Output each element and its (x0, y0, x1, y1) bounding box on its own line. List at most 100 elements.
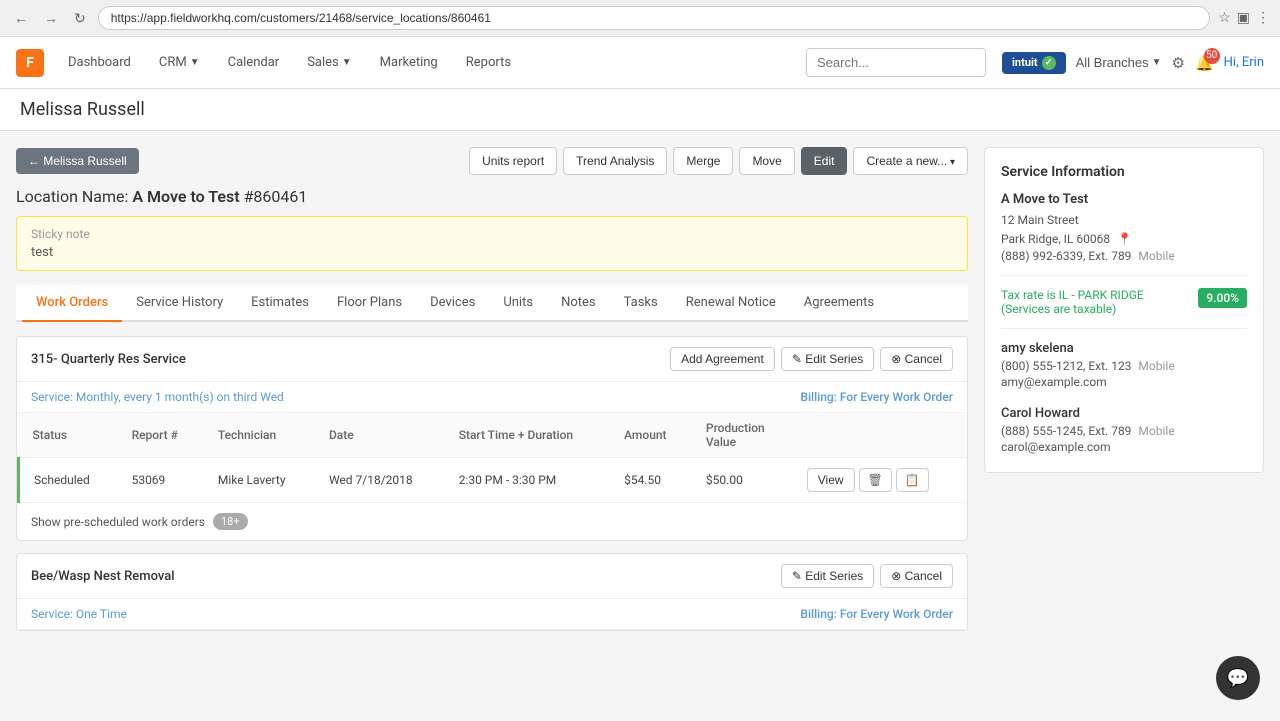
pre-scheduled-count[interactable]: 18+ (213, 513, 248, 530)
tab-work-orders[interactable]: Work Orders (22, 285, 122, 322)
merge-button[interactable]: Merge (673, 147, 733, 175)
contact-1-email: amy@example.com (1001, 375, 1247, 389)
contact-1-phone: (800) 555-1212, Ext. 123 Mobile (1001, 359, 1247, 373)
back-to-customer-button[interactable]: ← Melissa Russell (16, 148, 139, 174)
sticky-note: Sticky note test (16, 216, 968, 271)
tab-service-history[interactable]: Service History (122, 285, 237, 322)
notification-count: 50 (1204, 48, 1220, 64)
bookmark-icon[interactable]: ☆ (1218, 10, 1231, 26)
wo1-billing-text: Billing: For Every Work Order (800, 390, 953, 404)
wo2-title: Bee/Wasp Nest Removal (31, 569, 175, 584)
wo1-table-header: Status Report # Technician Date Start Ti… (19, 413, 968, 458)
copy-button[interactable]: 📋 (896, 468, 929, 492)
tab-floor-plans[interactable]: Floor Plans (323, 285, 416, 322)
app-logo: F (16, 49, 44, 77)
user-name[interactable]: Hi, Erin (1224, 55, 1264, 70)
action-bar: ← Melissa Russell Units report Trend Ana… (16, 147, 968, 175)
nav-crm[interactable]: CRM ▼ (147, 49, 212, 76)
tabs: Work Orders Service History Estimates Fl… (16, 285, 968, 322)
wo1-header: 315- Quarterly Res Service Add Agreement… (17, 337, 967, 382)
col-actions (793, 413, 967, 458)
tab-units[interactable]: Units (489, 285, 547, 322)
phone-type: Mobile (1138, 249, 1174, 263)
nav-marketing[interactable]: Marketing (368, 49, 450, 76)
wo1-service-text: Service: Monthly, every 1 month(s) on th… (31, 390, 284, 404)
trend-analysis-button[interactable]: Trend Analysis (563, 147, 667, 175)
cancel-button-2[interactable]: ⊗ Cancel (880, 564, 953, 588)
cancel-button-1[interactable]: ⊗ Cancel (880, 347, 953, 371)
map-pin-icon[interactable]: 📍 (1117, 232, 1132, 246)
sidebar-phone: (888) 992-6339, Ext. 789 Mobile (1001, 249, 1247, 263)
url-bar[interactable] (98, 6, 1210, 30)
contact-1-phone-type: Mobile (1138, 359, 1174, 373)
row-production: $50.00 (692, 458, 793, 503)
col-production: ProductionValue (692, 413, 793, 458)
branches-button[interactable]: All Branches ▼ (1076, 55, 1162, 70)
tab-tasks[interactable]: Tasks (610, 285, 672, 322)
move-button[interactable]: Move (739, 147, 794, 175)
contact-2-email: carol@example.com (1001, 440, 1247, 454)
nav-sales[interactable]: Sales ▼ (295, 49, 363, 76)
row-technician: Mike Laverty (204, 458, 315, 503)
action-buttons: Units report Trend Analysis Merge Move E… (469, 147, 968, 175)
notifications-button[interactable]: 🔔 50 (1195, 54, 1214, 72)
delete-button[interactable]: 🗑 (859, 468, 892, 492)
nav-reports[interactable]: Reports (454, 49, 523, 76)
sidebar-address-line1: 12 Main Street (1001, 211, 1247, 230)
page-header: Melissa Russell (0, 89, 1280, 131)
nav-dashboard[interactable]: Dashboard (56, 49, 143, 76)
sales-dropdown-arrow: ▼ (342, 57, 352, 68)
intuit-check-icon: ✓ (1042, 56, 1056, 70)
nav-calendar[interactable]: Calendar (216, 49, 292, 76)
chat-icon: 💬 (1227, 668, 1249, 689)
back-nav-button[interactable]: ← (10, 8, 32, 28)
row-action-buttons: View 🗑 📋 (807, 468, 953, 492)
chat-widget-button[interactable]: 💬 (1216, 656, 1260, 700)
location-id: #860461 (244, 187, 308, 206)
pre-scheduled-row: Show pre-scheduled work orders 18+ (17, 503, 967, 540)
wo2-header-buttons: ✎ Edit Series ⊗ Cancel (781, 564, 953, 588)
contact-2-phone: (888) 555-1245, Ext. 789 Mobile (1001, 424, 1247, 438)
wo1-table: Status Report # Technician Date Start Ti… (17, 413, 967, 503)
view-button[interactable]: View (807, 468, 855, 492)
sidebar-divider-1 (1001, 275, 1247, 276)
pre-scheduled-label: Show pre-scheduled work orders (31, 515, 205, 529)
tab-agreements[interactable]: Agreements (790, 285, 888, 322)
intuit-badge: intuit ✓ (1002, 52, 1066, 74)
row-time: 2:30 PM - 3:30 PM (445, 458, 610, 503)
top-nav: F Dashboard CRM ▼ Calendar Sales ▼ Marke… (0, 37, 1280, 89)
page-title: Melissa Russell (20, 99, 1260, 120)
forward-nav-button[interactable]: → (40, 8, 62, 28)
edit-series-button-2[interactable]: ✎ Edit Series (781, 564, 874, 588)
col-status: Status (19, 413, 118, 458)
tab-estimates[interactable]: Estimates (237, 285, 323, 322)
work-order-2: Bee/Wasp Nest Removal ✎ Edit Series ⊗ Ca… (16, 553, 968, 631)
col-time: Start Time + Duration (445, 413, 610, 458)
menu-icon[interactable]: ⋮ (1256, 10, 1270, 26)
tab-renewal-notice[interactable]: Renewal Notice (672, 285, 790, 322)
tax-label: Tax rate is IL - PARK RIDGE(Services are… (1001, 288, 1144, 316)
edit-button[interactable]: Edit (801, 147, 848, 175)
location-label: Location Name: (16, 187, 128, 206)
row-status: Scheduled (19, 458, 118, 503)
wo2-service-info: Service: One Time Billing: For Every Wor… (17, 599, 967, 630)
refresh-button[interactable]: ↻ (70, 8, 90, 29)
sidebar-title: Service Information (1001, 164, 1247, 180)
edit-series-button-1[interactable]: ✎ Edit Series (781, 347, 874, 371)
tab-notes[interactable]: Notes (547, 285, 610, 322)
row-actions-cell: View 🗑 📋 (793, 458, 967, 503)
col-technician: Technician (204, 413, 315, 458)
units-report-button[interactable]: Units report (469, 147, 557, 175)
extension-icon[interactable]: ▣ (1237, 10, 1250, 26)
tab-devices[interactable]: Devices (416, 285, 489, 322)
add-agreement-button[interactable]: Add Agreement (670, 347, 775, 371)
browser-bar: ← → ↻ ☆ ▣ ⋮ (0, 0, 1280, 37)
settings-icon[interactable]: ⚙ (1172, 54, 1185, 72)
col-amount: Amount (610, 413, 692, 458)
sidebar: Service Information A Move to Test 12 Ma… (984, 147, 1264, 473)
create-new-button[interactable]: Create a new... (853, 147, 968, 175)
wo1-title: 315- Quarterly Res Service (31, 352, 186, 367)
search-input[interactable] (806, 48, 986, 77)
wo2-service-text: Service: One Time (31, 607, 127, 621)
nav-right: intuit ✓ All Branches ▼ ⚙ 🔔 50 Hi, Erin (1002, 52, 1264, 74)
